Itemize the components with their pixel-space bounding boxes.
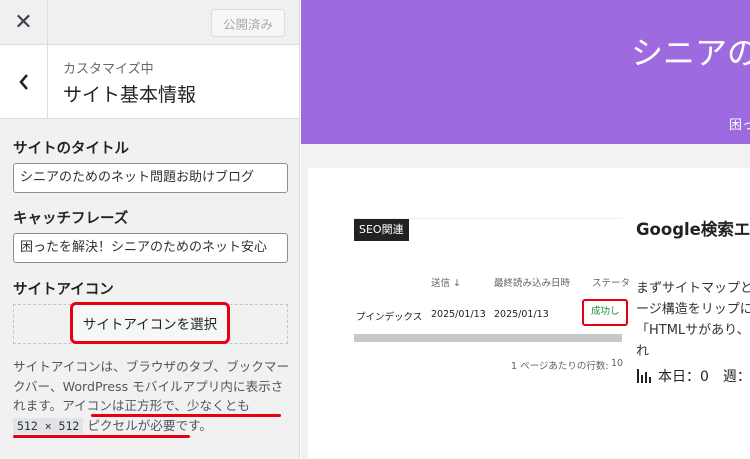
section-header: カスタマイズ中 サイト基本情報: [0, 45, 299, 119]
site-icon-description: サイトアイコンは、ブラウザのタブ、ブックマークバー、WordPress モバイル…: [13, 357, 293, 436]
back-button[interactable]: [0, 45, 48, 119]
screenshot-status-cell: 成功しま: [582, 299, 628, 326]
post-stats: 本日：0 週：: [636, 366, 750, 386]
screenshot-scrollbar: [354, 334, 622, 342]
screenshot-row-date: 2025/01/13: [431, 309, 486, 320]
screenshot-row-date: 2025/01/13: [494, 309, 549, 320]
customizer-panel: ✕ 公開済み カスタマイズ中 サイト基本情報 サイトのタイトル シニアのためのネ…: [0, 0, 300, 459]
site-title-input[interactable]: シニアのためのネット問題お助けブログ: [13, 163, 288, 193]
icon-size-code: 512 × 512: [13, 417, 84, 434]
site-title-label: サイトのタイトル: [13, 141, 129, 157]
description-text-end: ピクセルが必要です。: [87, 417, 213, 433]
annotation-underline: [91, 414, 281, 417]
description-emphasis: アイコンは正方形で、少なくとも: [62, 398, 250, 413]
stats-text: 本日：0 週：: [658, 369, 750, 385]
screenshot-footer: 1 ページあたりの行数:: [511, 361, 609, 372]
post-thumbnail[interactable]: SEO関連 送信 ↓ 最終読み込み日時 ステータ プインデックス 2025/01…: [354, 218, 630, 388]
annotation-underline: [13, 435, 190, 438]
close-button[interactable]: ✕: [0, 0, 48, 45]
preview-site-title[interactable]: シニアのた: [631, 28, 750, 74]
site-header: シニアのた 困っ: [301, 0, 750, 144]
screenshot-footer-value: 10: [611, 358, 624, 369]
post-excerpt: まずサイトマップと体のページ構造をリップには「HTMLサがあり、それぞれ: [636, 281, 750, 359]
category-badge[interactable]: SEO関連: [354, 219, 409, 241]
screenshot-col-last-read: 最終読み込み日時: [494, 278, 571, 289]
screenshot-row-name: プインデックス: [356, 312, 423, 323]
close-icon: ✕: [14, 10, 33, 35]
tagline-label: キャッチフレーズ: [13, 211, 129, 227]
site-icon-label: サイトアイコン: [13, 282, 114, 298]
post-card[interactable]: SEO関連 送信 ↓ 最終読み込み日時 ステータ プインデックス 2025/01…: [308, 168, 750, 459]
publish-button[interactable]: 公開済み: [211, 9, 285, 37]
chevron-left-icon: [18, 74, 28, 90]
bar-chart-icon: [637, 369, 651, 383]
screenshot-col-sent: 送信 ↓: [431, 278, 461, 289]
section-title: サイト基本情報: [63, 84, 197, 106]
post-title[interactable]: Google検索エ方法: [636, 216, 750, 244]
customizer-header: ✕ 公開済み: [0, 0, 299, 45]
screenshot-col-status: ステータ: [592, 278, 631, 289]
site-preview: シニアのた 困っ SEO関連 送信 ↓ 最終読み込み日時 ステータ プインデック…: [301, 0, 750, 459]
preview-tagline: 困っ: [729, 118, 750, 133]
breadcrumb: カスタマイズ中: [63, 62, 154, 77]
tagline-input[interactable]: 困ったを解決！シニアのためのネット安心: [13, 233, 288, 263]
select-site-icon-button[interactable]: サイトアイコンを選択: [70, 302, 230, 344]
